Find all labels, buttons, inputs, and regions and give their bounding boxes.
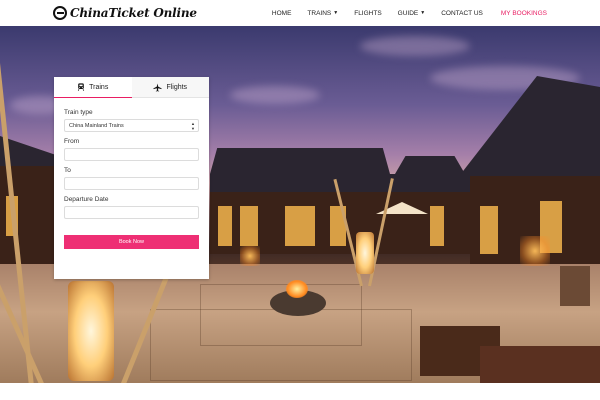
fire — [286, 280, 308, 298]
to-input[interactable] — [64, 177, 199, 190]
from-label: From — [64, 138, 80, 145]
train-type-select[interactable]: China Mainland Trains ▲ ▼ — [64, 119, 199, 132]
nav-trains[interactable]: TRAINS ▼ — [299, 10, 346, 17]
train-type-label: Train type — [64, 109, 93, 116]
roof — [210, 174, 470, 192]
booking-tabs: Trains Flights — [54, 77, 209, 98]
book-now-button[interactable]: Book Now — [64, 235, 199, 249]
window — [240, 206, 258, 246]
nav-guide-label: GUIDE — [397, 9, 419, 17]
main-nav: HOME TRAINS ▼ FLIGHTS GUIDE ▼ CONTACT US M… — [264, 0, 600, 26]
window — [480, 206, 498, 254]
departure-date-label: Departure Date — [64, 196, 109, 203]
booking-widget: Trains Flights Train type China Mainland… — [54, 77, 209, 279]
logo-icon — [53, 6, 67, 20]
cloud — [230, 86, 320, 104]
window — [285, 206, 315, 246]
train-icon — [78, 83, 85, 91]
from-input[interactable] — [64, 148, 199, 161]
select-arrows-icon: ▲ ▼ — [191, 121, 195, 131]
nav-trains-label: TRAINS — [307, 9, 332, 17]
nav-flights[interactable]: FLIGHTS — [346, 10, 389, 17]
nav-home[interactable]: HOME — [264, 10, 300, 17]
roof — [210, 148, 390, 174]
nav-my-bookings[interactable]: MY BOOKINGS — [491, 10, 600, 17]
nav-contact-us[interactable]: CONTACT US — [433, 10, 491, 17]
departure-date-input[interactable] — [64, 206, 199, 219]
lantern — [68, 281, 114, 381]
window — [218, 206, 232, 246]
tab-flights-label: Flights — [166, 83, 188, 91]
train-type-value: China Mainland Trains — [69, 122, 124, 129]
chevron-down-icon: ▼ — [333, 10, 339, 16]
nav-guide[interactable]: GUIDE ▼ — [390, 10, 434, 17]
window — [430, 206, 444, 246]
cloud — [360, 36, 470, 56]
tile — [150, 309, 412, 381]
tab-trains[interactable]: Trains — [54, 77, 132, 98]
lantern — [356, 232, 374, 274]
page-bottom-strip — [0, 383, 600, 400]
to-label: To — [64, 167, 71, 174]
tab-flights[interactable]: Flights — [131, 77, 209, 97]
tab-trains-label: Trains — [89, 83, 109, 91]
booking-form: Train type China Mainland Trains ▲ ▼ From… — [54, 98, 209, 249]
table — [480, 346, 600, 383]
lamp-glow — [520, 236, 550, 266]
nav-contact-label: CONTACT US — [441, 9, 483, 17]
lamp-glow — [240, 246, 260, 266]
chevron-down-icon: ▼ — [420, 10, 426, 16]
site-header: ChinaTicket Online HOME TRAINS ▼ FLIGHTS … — [0, 0, 600, 26]
nav-flights-label: FLIGHTS — [354, 9, 382, 17]
nav-my-bookings-label: MY BOOKINGS — [500, 9, 547, 17]
roof — [395, 156, 465, 174]
site-logo[interactable]: ChinaTicket Online — [53, 4, 197, 22]
nav-home-label: HOME — [271, 9, 292, 17]
roof — [460, 76, 600, 186]
logo-text: ChinaTicket Online — [70, 6, 197, 20]
planter — [560, 266, 590, 306]
airplane-icon — [153, 82, 162, 92]
